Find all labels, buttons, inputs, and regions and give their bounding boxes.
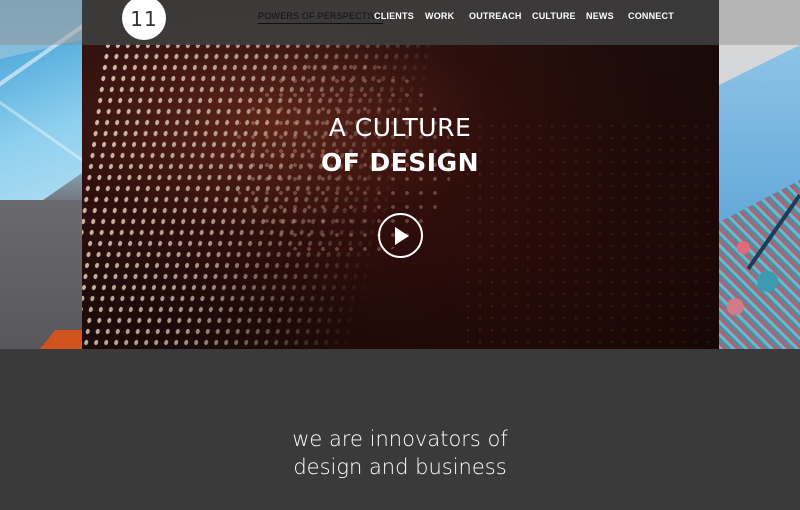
nav-item-outreach[interactable]: OUTREACH [469, 11, 522, 23]
nav-item-work[interactable]: WORK [425, 11, 454, 23]
nav-item-culture[interactable]: CULTURE [532, 11, 576, 23]
intro-tagline-line1: we are innovators of [292, 427, 508, 451]
play-video-button[interactable] [378, 213, 423, 258]
nav-item-powers-of-perspective[interactable]: POWERS OF PERSPECTIVE [258, 11, 383, 24]
hero-headline-line1: A CULTURE [328, 113, 472, 142]
play-icon [394, 226, 409, 245]
nav-item-news[interactable]: NEWS [586, 11, 614, 23]
nav-item-connect[interactable]: CONNECT [628, 11, 674, 23]
intro-tagline-line2: design and business [293, 455, 507, 479]
logo-text: 11 [130, 7, 158, 31]
hero-headline-line2: OF DESIGN [320, 148, 480, 177]
nav-item-clients[interactable]: CLIENTS [374, 11, 414, 23]
